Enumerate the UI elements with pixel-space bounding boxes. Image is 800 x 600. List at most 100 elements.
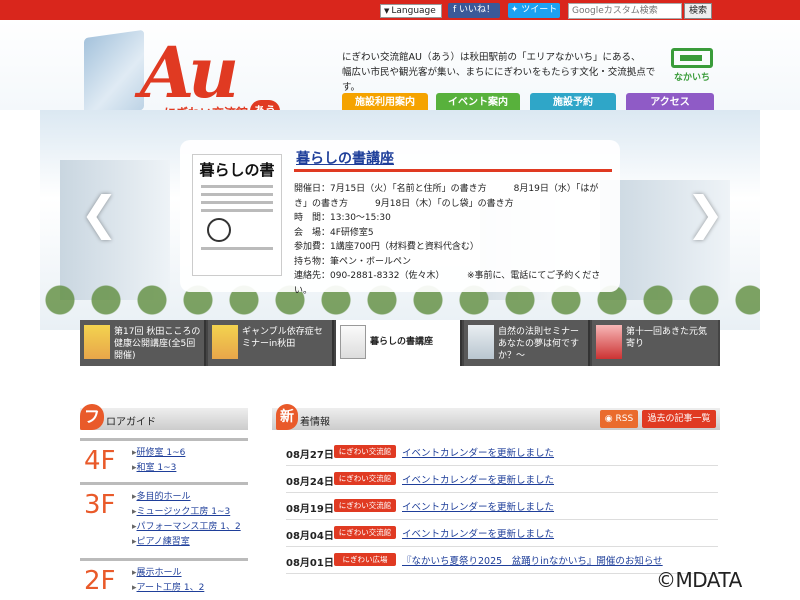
slider-prev-arrow-icon[interactable]: ❮ xyxy=(80,190,119,236)
slider-thumbnail-active[interactable]: 暮らしの書講座 xyxy=(336,320,462,366)
site-header: Au にぎわい交流館 あう にぎわい交流館AU（あう）は秋田駅前の「エリアなかい… xyxy=(0,20,800,122)
slider-thumbnail[interactable]: 第十一回あきた元気寄り xyxy=(592,320,718,366)
poster-text-line xyxy=(201,193,273,196)
room-link[interactable]: ピアノ練習室 xyxy=(132,535,248,550)
language-select[interactable]: ▼ Language xyxy=(380,4,442,18)
language-label: Language xyxy=(391,6,436,16)
slider-thumbnail[interactable]: 第17回 秋田こころの健康公開講座(全5回開催) xyxy=(80,320,206,366)
room-link[interactable]: ミュージック工房 1~3 xyxy=(132,505,248,520)
detail-line: 参加費：1講座700円（材料費と資料代含む） xyxy=(294,242,479,252)
news-date: 08月19日 xyxy=(286,504,334,515)
news-category-badge: にぎわい交流館 xyxy=(334,445,396,458)
detail-line: 時 間：13:30～15:30 xyxy=(294,213,391,223)
detail-line: 連絡先：090-2881-8332（佐々木） ※事前に、電話にてご予約くださ xyxy=(294,271,601,281)
news-category-badge: にぎわい交流館 xyxy=(334,526,396,539)
news-date: 08月04日 xyxy=(286,531,334,542)
thumbnail-image xyxy=(596,325,622,359)
dropdown-icon: ▼ xyxy=(384,7,390,15)
news-link[interactable]: 『なかいち夏祭り2025 盆踊りinなかいち』開催のお知らせ xyxy=(402,553,663,567)
divider xyxy=(80,482,248,485)
tweet-label: ツイート xyxy=(521,5,558,15)
rss-label: RSS xyxy=(615,414,634,424)
news-title: 着情報 xyxy=(300,417,330,428)
floor-number: 4F xyxy=(84,446,116,476)
nakaichi-mark-icon xyxy=(671,48,713,68)
nakaichi-logo-text: なかいち xyxy=(673,73,710,83)
news-item: 08月04日 にぎわい交流館 イベントカレンダーを更新しました xyxy=(286,521,718,547)
news-date: 08月01日 xyxy=(286,558,334,569)
event-details: 開催日：7月15日（火）「名前と住所」の書き方 8月19日（水）「はが き」の書… xyxy=(294,182,614,298)
news-link[interactable]: イベントカレンダーを更新しました xyxy=(402,499,554,513)
room-link[interactable]: アート工房 1、2 xyxy=(132,581,248,596)
poster-title: 暮らしの書 xyxy=(199,161,275,179)
thumbnail-label: 第十一回あきた元気寄り xyxy=(626,327,708,349)
rss-button[interactable]: ◉ RSS xyxy=(600,410,638,428)
title-underline xyxy=(294,169,612,172)
news-date: 08月24日 xyxy=(286,477,334,488)
room-link[interactable]: 研修室 1~6 xyxy=(132,446,248,461)
poster-text-line xyxy=(201,209,273,212)
news-archive-button[interactable]: 過去の記事一覧 xyxy=(642,410,716,428)
poster-text-line xyxy=(201,201,273,204)
rss-icon: ◉ xyxy=(604,414,616,424)
twitter-icon: ✦ xyxy=(510,5,522,15)
news-date: 08月27日 xyxy=(286,450,334,461)
floor-number: 2F xyxy=(84,566,116,596)
news-category-badge: にぎわい広場 xyxy=(334,553,396,566)
news-item: 08月19日 にぎわい交流館 イベントカレンダーを更新しました xyxy=(286,494,718,520)
logo-building-image xyxy=(84,29,144,119)
floor-guide-bubble: フ xyxy=(80,404,104,430)
room-link[interactable]: パフォーマンス工房 1、2 xyxy=(132,520,248,535)
site-logo[interactable]: Au xyxy=(140,38,239,108)
thumbnail-label: 暮らしの書講座 xyxy=(370,337,434,347)
thumbnail-label: 自然の法則セミナー あなたの夢は何ですか？～ xyxy=(498,327,580,361)
room-link[interactable]: 多目的ホール xyxy=(132,490,248,505)
nakaichi-logo[interactable]: なかいち xyxy=(668,48,716,88)
thumbnail-image xyxy=(212,325,238,359)
news-item: 08月27日 にぎわい交流館 イベントカレンダーを更新しました xyxy=(286,440,718,466)
tweet-button[interactable]: ✦ ツイート xyxy=(508,3,560,18)
detail-line: 開催日：7月15日（火）「名前と住所」の書き方 8月19日（水）「はが xyxy=(294,184,599,194)
news-section: 新 着情報 ◉ RSS 過去の記事一覧 08月27日 にぎわい交流館 イベントカ… xyxy=(272,404,720,600)
thumbnail-image xyxy=(340,325,366,359)
poster-illustration xyxy=(207,218,231,242)
slider-thumbnail[interactable]: 自然の法則セミナー あなたの夢は何ですか？～ xyxy=(464,320,590,366)
intro-line: 幅広い市民や観光客が集い、まちににぎわいをもたらす文化・交流拠点です。 xyxy=(342,67,656,93)
detail-line: き」の書き方 9月18日（木）「のし袋」の書き方 xyxy=(294,198,514,209)
site-intro: にぎわい交流館AU（あう）は秋田駅前の「エリアなかいち」にある、 幅広い市民や観… xyxy=(342,50,672,95)
slider-thumbnail[interactable]: ギャンブル依存症セミナーin秋田 xyxy=(208,320,334,366)
thumbnail-label: 第17回 秋田こころの健康公開講座(全5回開催) xyxy=(114,327,201,361)
divider xyxy=(80,438,248,441)
news-category-badge: にぎわい交流館 xyxy=(334,472,396,485)
slider-next-arrow-icon[interactable]: ❯ xyxy=(686,190,725,236)
room-link[interactable]: 和室 1~3 xyxy=(132,461,248,476)
news-link[interactable]: イベントカレンダーを更新しました xyxy=(402,472,554,486)
news-link[interactable]: イベントカレンダーを更新しました xyxy=(402,445,554,459)
news-category-badge: にぎわい交流館 xyxy=(334,499,396,512)
floor-number: 3F xyxy=(84,490,116,520)
news-item: 08月24日 にぎわい交流館 イベントカレンダーを更新しました xyxy=(286,467,718,493)
poster-text-line xyxy=(201,247,273,250)
intro-line: にぎわい交流館AU（あう）は秋田駅前の「エリアなかいち」にある、 xyxy=(342,52,641,63)
poster-text-line xyxy=(201,185,273,188)
slider-thumbnails: 第17回 秋田こころの健康公開講座(全5回開催) ギャンブル依存症セミナーin秋… xyxy=(80,320,720,366)
detail-line: 会 場：4F研修室5 xyxy=(294,227,374,238)
event-poster-image[interactable]: 暮らしの書 xyxy=(192,154,282,276)
featured-event-card: 暮らしの書 暮らしの書講座 開催日：7月15日（火）「名前と住所」の書き方 8月… xyxy=(180,140,620,296)
room-link[interactable]: 展示ホール xyxy=(132,566,248,581)
featured-event-title[interactable]: 暮らしの書講座 xyxy=(296,148,394,168)
thumbnail-image xyxy=(84,325,110,359)
news-link[interactable]: イベントカレンダーを更新しました xyxy=(402,526,554,540)
thumbnail-image xyxy=(468,325,494,359)
news-bubble: 新 xyxy=(276,404,298,430)
facebook-like-button[interactable]: f いいね！ xyxy=(448,3,500,18)
search-button[interactable]: 検索 xyxy=(684,3,712,19)
floor-guide-title: ロアガイド xyxy=(106,417,156,428)
news-item: 08月01日 にぎわい広場 『なかいち夏祭り2025 盆踊りinなかいち』開催の… xyxy=(286,548,718,574)
detail-line: い。 xyxy=(294,285,313,296)
watermark: ©MDATA xyxy=(656,568,742,592)
floor-guide: フ ロアガイド 4F 研修室 1~6 和室 1~3 3F 多目的ホール ミュージ… xyxy=(80,404,248,600)
divider xyxy=(80,558,248,561)
search-input[interactable] xyxy=(568,3,682,19)
floor-room-list: 多目的ホール ミュージック工房 1~3 パフォーマンス工房 1、2 ピアノ練習室 xyxy=(132,490,248,550)
